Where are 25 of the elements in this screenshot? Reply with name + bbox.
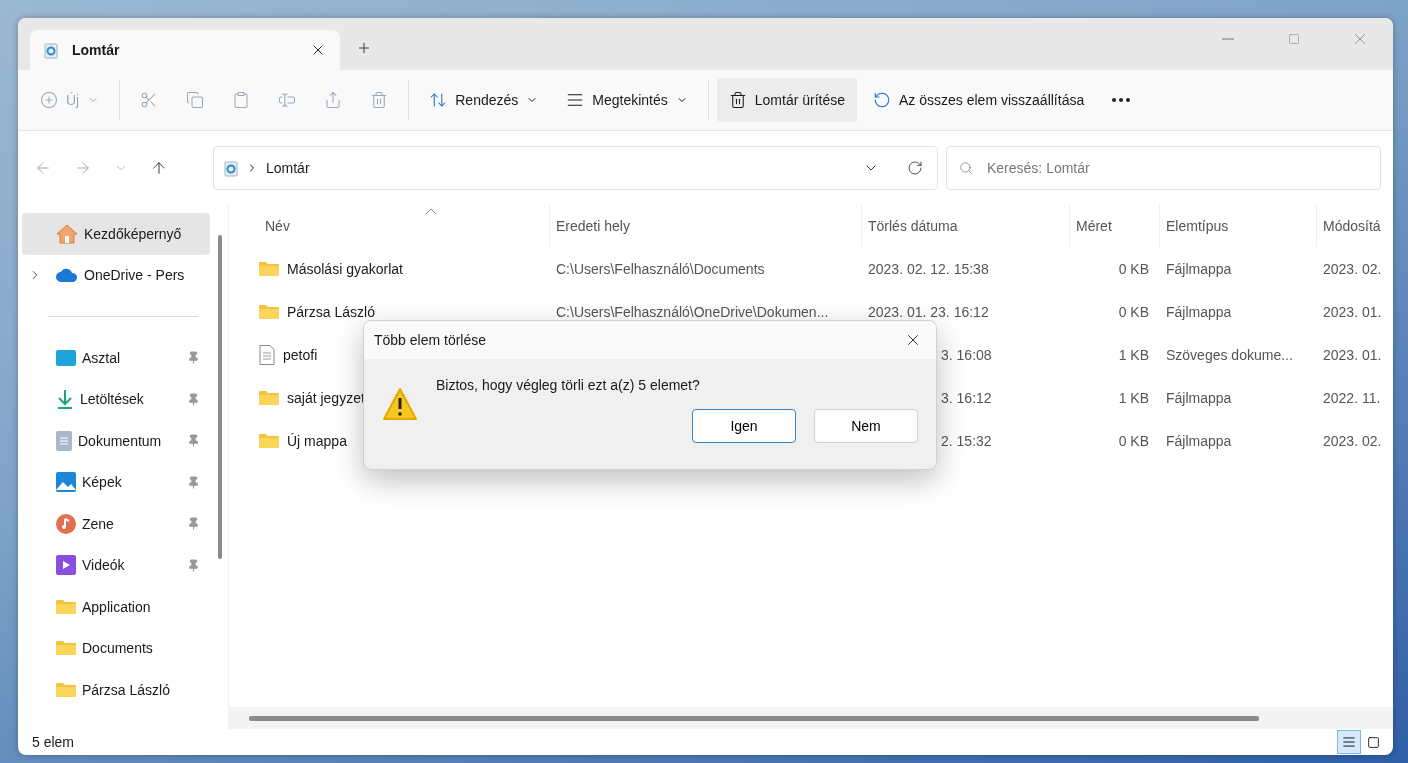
- table-cell-text: Fájlmappa: [1165, 388, 1233, 408]
- table-cell-text: 1 KB: [1117, 345, 1150, 365]
- table-cell-text: Szöveges dokume...: [1165, 345, 1294, 365]
- table-cell-text: 2022. 11.: [1322, 388, 1382, 408]
- table-cell-text: 2023. 01. 23. 16:12: [867, 302, 990, 322]
- table-cell-text: 0 KB: [1117, 302, 1150, 322]
- table-cell-text: 2023. 02.: [1322, 259, 1383, 279]
- status-text: 5 elem: [32, 734, 76, 750]
- table-cell-text: C:\Users\Felhasználó\OneDrive\Dokumen...: [555, 302, 830, 322]
- dialog-title: Több elem törlése: [374, 332, 488, 348]
- table-cell: 3. 16:08: [941, 346, 992, 363]
- table-cell-text: 0 KB: [1117, 431, 1150, 451]
- table-cell-text: C:\Users\Felhasználó\Documents: [555, 259, 766, 279]
- table-cell-text: 2023. 01.: [1322, 345, 1383, 365]
- table-cell-text: 2023. 02. 12. 15:38: [867, 259, 990, 279]
- table-cell-text: 1 KB: [1117, 388, 1150, 408]
- table-cell-text: 0 KB: [1117, 259, 1150, 279]
- table-cell-text: 2023. 02.: [1322, 431, 1383, 451]
- table-cell-text: Fájlmappa: [1165, 431, 1233, 451]
- table-cell-text: 2023. 01.: [1322, 302, 1383, 322]
- table-cell-text: Fájlmappa: [1165, 302, 1233, 322]
- table-cell: 2. 15:32: [941, 432, 992, 449]
- dialog-message: Biztos, hogy végleg törli ezt a(z) 5 elemet?: [436, 376, 700, 393]
- table-cell: 3. 16:12: [941, 389, 992, 406]
- table-cell-text: Fájlmappa: [1165, 259, 1233, 279]
